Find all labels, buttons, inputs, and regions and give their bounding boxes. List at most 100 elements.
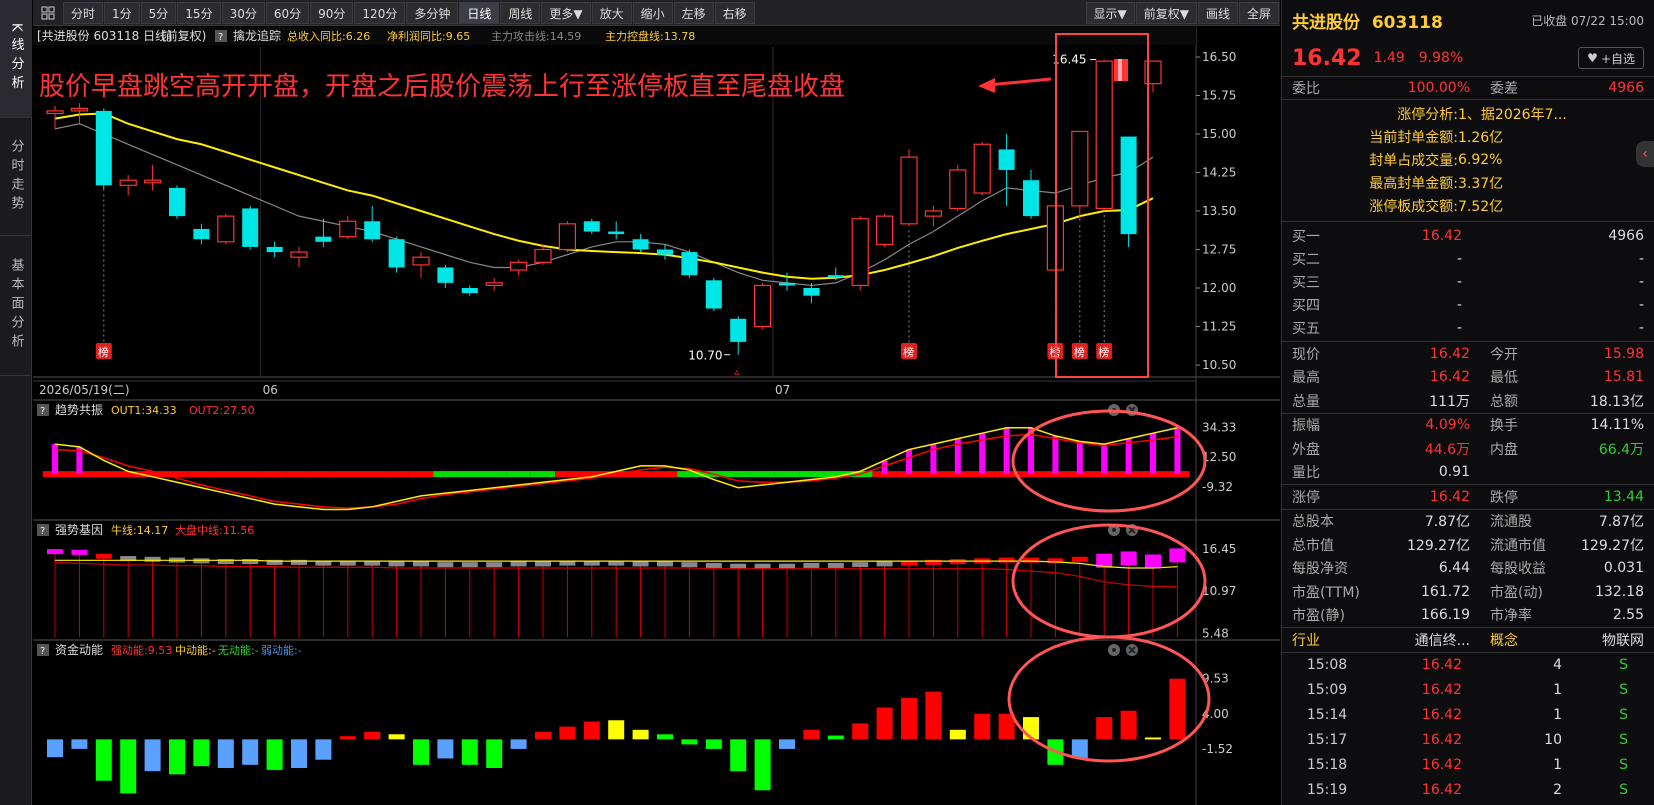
- industry-label: 行业: [1292, 632, 1320, 649]
- industry-value[interactable]: 通信终...: [1360, 630, 1470, 650]
- tool-button[interactable]: 缩小: [632, 1, 673, 24]
- candle-down: [461, 288, 478, 294]
- momentum-bar: [95, 739, 112, 781]
- tick-time: 15:18: [1306, 757, 1348, 773]
- momentum-bar: [47, 739, 63, 758]
- stat-row: 总市值 129.27亿 流通市值 129.27亿: [1282, 533, 1654, 557]
- period-button[interactable]: 5分: [140, 1, 177, 24]
- trend-bar-segment: [360, 471, 385, 478]
- candle-down: [705, 280, 722, 309]
- tick-side: S: [1619, 732, 1628, 748]
- highlight-ellipse: [1011, 523, 1207, 639]
- period-button[interactable]: 1分: [104, 1, 140, 24]
- weibi-row: 委比 100.00% 委差 4966: [1282, 76, 1654, 100]
- right-tool-button[interactable]: 全屏: [1238, 1, 1279, 24]
- period-button[interactable]: 30分: [221, 1, 265, 24]
- period-button[interactable]: 周线: [500, 1, 541, 24]
- orderbook-price: 16.42: [1421, 227, 1462, 244]
- limit-row: 最高封单金额: 3.37亿: [1282, 171, 1654, 194]
- momentum-bar: [71, 739, 88, 749]
- tool-button[interactable]: 右移: [714, 1, 755, 24]
- limit-row: 当前封单金额: 1.26亿: [1282, 125, 1654, 148]
- candle-down: [266, 246, 283, 253]
- resonance-bar: [1076, 441, 1083, 475]
- period-button[interactable]: 日线: [459, 1, 500, 24]
- nav-kline[interactable]: K线分析: [0, 0, 32, 118]
- tick-price: 16.42: [1421, 757, 1462, 773]
- stat-row: 量比 0.91: [1282, 461, 1654, 485]
- gene-bar: [71, 549, 88, 555]
- limit-value: 1.26亿: [1458, 129, 1504, 146]
- indicator-value: 弱动能:-: [261, 643, 302, 657]
- stat-label: 现价: [1292, 346, 1320, 363]
- price-change-pct: 9.98%: [1418, 50, 1464, 66]
- gene-bar: [754, 563, 771, 569]
- tick-price: 16.42: [1421, 682, 1462, 698]
- momentum-bar: [169, 739, 185, 775]
- period-button[interactable]: 分时: [63, 1, 104, 24]
- tick-price: 16.42: [1421, 782, 1462, 798]
- period-button[interactable]: 更多▼: [541, 1, 591, 24]
- kline-chart[interactable]: [共进股份 603118 日线](前复权)? 擒龙追踪 总收入同比:6.26 净利润同…: [33, 27, 1280, 805]
- gene-bar: [413, 561, 429, 567]
- candle-down: [608, 231, 625, 235]
- candle-down: [315, 236, 332, 242]
- resonance-bar: [1101, 444, 1108, 475]
- stat-row: 总量 111万 总额 18.13亿: [1282, 389, 1654, 413]
- stat-row: 振幅 4.09% 换手 14.11%: [1282, 414, 1654, 438]
- limit-key: 最高封单金额:: [1369, 175, 1458, 192]
- orderbook-qty: -: [1638, 296, 1644, 313]
- stat-row: 外盘 44.6万 内盘 66.4万: [1282, 437, 1654, 461]
- tick-volume: 1: [1553, 757, 1562, 773]
- indicator-value: 大盘中线:11.56: [175, 523, 254, 537]
- period-button[interactable]: 120分: [354, 1, 406, 24]
- y-tick-label: 12.50: [1202, 450, 1236, 464]
- momentum-bar: [242, 739, 259, 765]
- trend-bar-segment: [750, 471, 775, 478]
- indicator-value: 强动能:9.53: [111, 643, 172, 657]
- chart-area[interactable]: [共进股份 603118 日线] (前复权)? 擒龙追踪 总收入同比:6.26 净利润同…: [33, 27, 1280, 805]
- add-favorite-button[interactable]: ♥ +自选: [1578, 47, 1644, 69]
- period-button[interactable]: 60分: [265, 1, 310, 24]
- quote-header: 共进股份 603118 已收盘 07/22 15:00: [1282, 0, 1654, 40]
- y-tick-label: 16.45: [1202, 542, 1236, 556]
- tick-list[interactable]: 15:08 16.42 4 S 15:09 16.42 1 S 15:14 16.42 1 S 15:1…: [1282, 651, 1654, 805]
- stat-label: 每股收益: [1490, 561, 1546, 578]
- gene-bar: [47, 549, 63, 555]
- gene-bar: [535, 561, 551, 567]
- stat-value: 16.42: [1429, 369, 1470, 386]
- nav-timeshare[interactable]: 分时走势: [0, 118, 32, 236]
- candle-up: [1071, 130, 1089, 207]
- period-button[interactable]: 90分: [310, 1, 354, 24]
- candle-down: [730, 318, 747, 342]
- help-text: ?: [40, 406, 45, 417]
- period-button[interactable]: 15分: [177, 1, 221, 24]
- weibi-value: 100.00%: [1407, 80, 1470, 96]
- tick-volume: 4: [1553, 657, 1562, 673]
- concept-value[interactable]: 物联网: [1556, 630, 1644, 650]
- right-tool-button[interactable]: 前复权▼: [1135, 1, 1197, 24]
- momentum-bar: [144, 739, 161, 772]
- grid-icon[interactable]: [37, 2, 59, 24]
- trend-bar-segment: [91, 471, 116, 478]
- candle-down: [827, 275, 844, 278]
- tick-row: 15:09 16.42 1 S: [1282, 678, 1654, 703]
- orderbook-qty: -: [1638, 250, 1644, 267]
- candle-down: [169, 187, 185, 217]
- nav-fundamental[interactable]: 基本面分析: [0, 236, 32, 376]
- momentum-bar: [705, 739, 722, 749]
- period-button[interactable]: 多分钟: [406, 1, 459, 24]
- tool-button[interactable]: 左移: [673, 1, 714, 24]
- tool-button[interactable]: 放大: [591, 1, 632, 24]
- momentum-bar: [657, 734, 673, 740]
- collapse-panel-button[interactable]: ‹: [1636, 141, 1654, 167]
- weicha-value: 4966: [1608, 80, 1644, 96]
- right-tool-button[interactable]: 画线: [1197, 1, 1238, 24]
- candle-down: [657, 249, 673, 255]
- right-tool-button[interactable]: 显示▼: [1085, 1, 1135, 24]
- stat-label: 总量: [1292, 393, 1320, 410]
- stat-label: 市盈(静): [1292, 608, 1345, 625]
- trend-bar-segment: [652, 471, 678, 478]
- orderbook-level: 买一: [1292, 228, 1320, 245]
- limit-row: 封单占成交量: 6.92%: [1282, 148, 1654, 171]
